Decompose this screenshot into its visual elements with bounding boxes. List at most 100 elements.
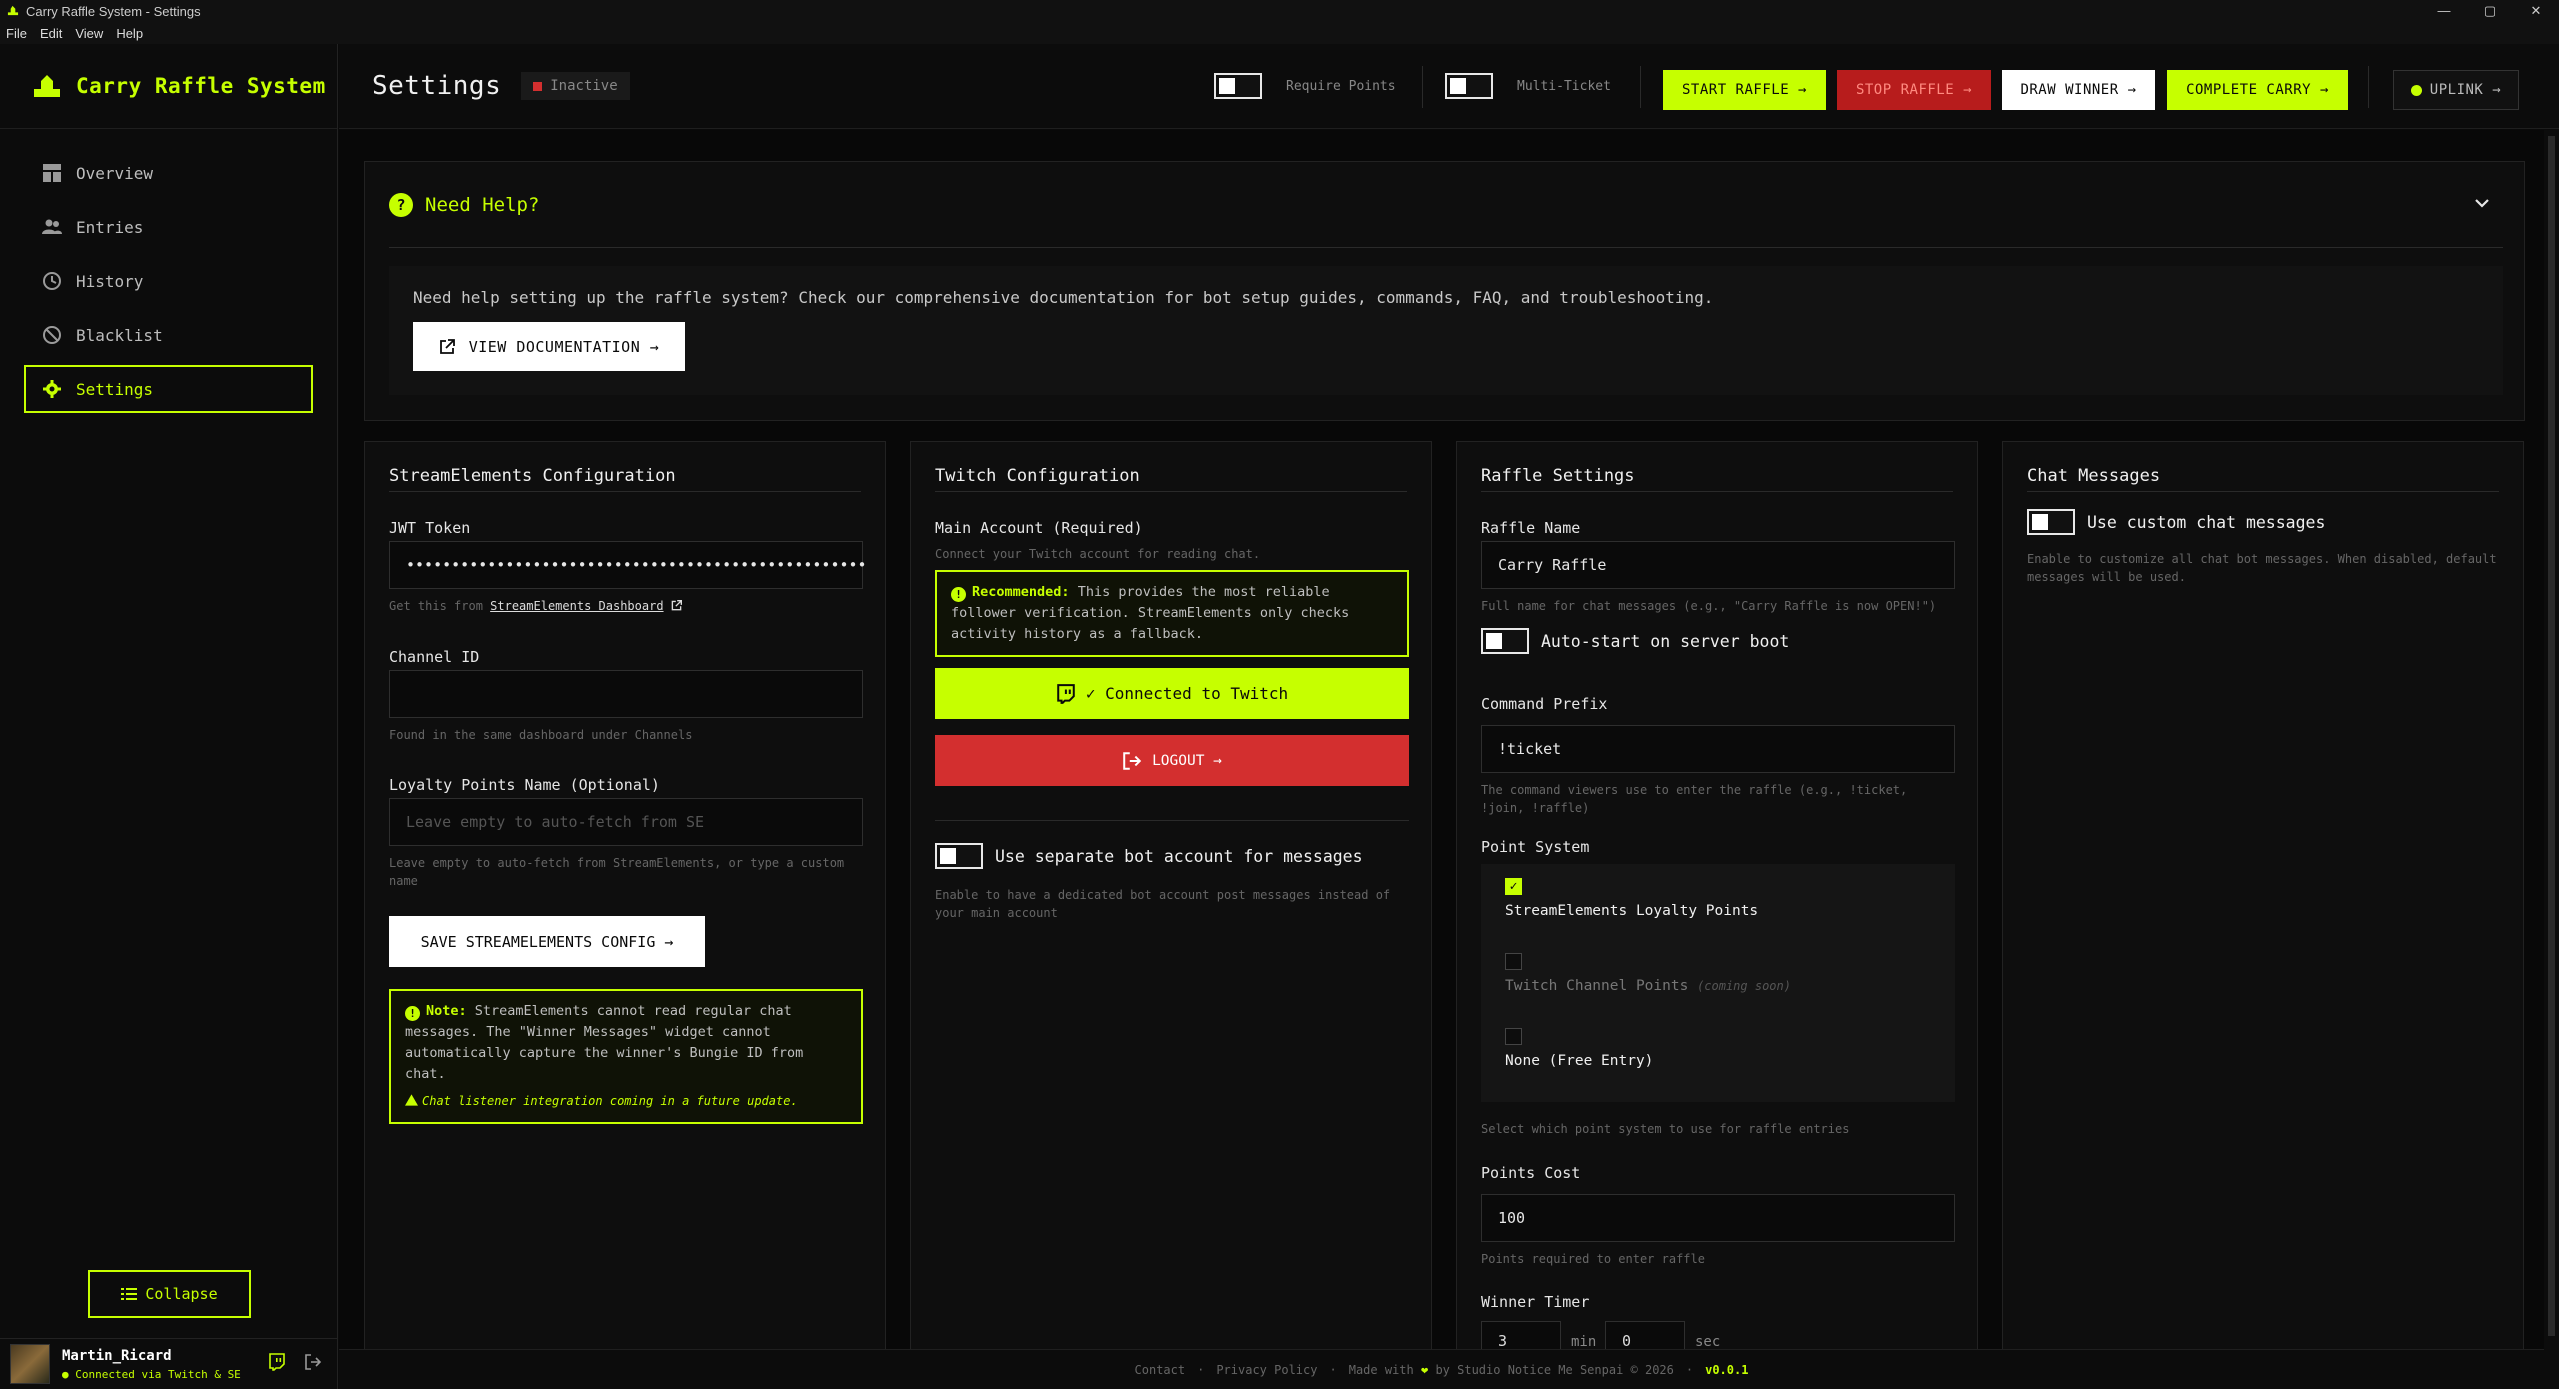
sidebar-item-settings[interactable]: Settings bbox=[24, 365, 313, 413]
option-label-text: Twitch Channel Points bbox=[1505, 978, 1689, 994]
bot-account-toggle-group: Use separate bot account for messages bbox=[935, 843, 1363, 869]
uplink-status-icon bbox=[2410, 84, 2422, 96]
view-documentation-button[interactable]: VIEW DOCUMENTATION → bbox=[413, 322, 685, 371]
checkbox-checked[interactable]: ✓ bbox=[1505, 878, 1522, 895]
footer-separator: · bbox=[1685, 1362, 1694, 1377]
connected-label: ✓ Connected to Twitch bbox=[1085, 684, 1289, 703]
scrollbar-thumb[interactable] bbox=[2548, 136, 2555, 1336]
start-raffle-button[interactable]: START RAFFLE → bbox=[1663, 70, 1826, 110]
menu-edit[interactable]: Edit bbox=[40, 26, 62, 41]
users-icon bbox=[42, 219, 62, 234]
minimize-button[interactable]: — bbox=[2421, 0, 2467, 22]
autostart-toggle-group: Auto-start on server boot bbox=[1481, 628, 1789, 654]
logout-icon[interactable] bbox=[304, 1353, 322, 1371]
user-status: ● Connected via Twitch & SE bbox=[62, 1367, 241, 1381]
privacy-policy-link[interactable]: Privacy Policy bbox=[1216, 1363, 1317, 1377]
jwt-label: JWT Token bbox=[389, 519, 471, 537]
info-icon: ! bbox=[951, 587, 966, 602]
chat-messages-card: Chat Messages Use custom chat messages E… bbox=[2002, 441, 2524, 1349]
jwt-hint-text: Get this from bbox=[389, 599, 483, 613]
points-cost-label: Points Cost bbox=[1481, 1164, 1581, 1182]
help-title: Need Help? bbox=[425, 193, 540, 216]
save-streamelements-config-button[interactable]: SAVE STREAMELEMENTS CONFIG → bbox=[389, 916, 705, 967]
close-button[interactable]: ✕ bbox=[2513, 0, 2559, 22]
note-label: Note: bbox=[426, 1003, 467, 1019]
option-label: StreamElements Loyalty Points bbox=[1505, 903, 1759, 919]
chevron-down-icon[interactable] bbox=[2473, 194, 2491, 212]
timer-minutes-input[interactable]: 3 bbox=[1481, 1321, 1561, 1349]
collapse-button[interactable]: Collapse bbox=[88, 1270, 251, 1318]
app-logo-icon bbox=[7, 5, 19, 16]
sidebar-item-history[interactable]: History bbox=[24, 257, 313, 305]
scrollbar[interactable] bbox=[2544, 130, 2559, 1389]
contact-link[interactable]: Contact bbox=[1135, 1363, 1186, 1377]
command-prefix-hint: The command viewers use to enter the raf… bbox=[1481, 783, 1908, 815]
sidebar-item-entries[interactable]: Entries bbox=[24, 203, 313, 251]
channel-id-label: Channel ID bbox=[389, 648, 480, 666]
twitch-card: Twitch Configuration Main Account (Requi… bbox=[910, 441, 1432, 1349]
command-prefix-input[interactable]: !ticket bbox=[1481, 725, 1955, 773]
bot-account-toggle[interactable] bbox=[935, 843, 983, 869]
draw-winner-button[interactable]: DRAW WINNER → bbox=[2002, 70, 2155, 110]
sidebar-item-blacklist[interactable]: Blacklist bbox=[24, 311, 313, 359]
card-title: Raffle Settings bbox=[1481, 466, 1953, 492]
logout-button[interactable]: LOGOUT → bbox=[935, 735, 1409, 786]
menu-help[interactable]: Help bbox=[116, 26, 143, 41]
require-points-label: Require Points bbox=[1286, 78, 1396, 94]
sidebar: Carry Raffle System Overview Entries His… bbox=[0, 44, 338, 1389]
custom-chat-toggle[interactable] bbox=[2027, 509, 2075, 535]
help-panel-header[interactable]: ? Need Help? bbox=[389, 162, 2503, 248]
header: Settings Inactive Require Points Multi-T… bbox=[339, 44, 2559, 129]
raffle-name-input[interactable]: Carry Raffle bbox=[1481, 541, 1955, 589]
menu-view[interactable]: View bbox=[75, 26, 103, 41]
twitch-icon[interactable] bbox=[268, 1353, 286, 1371]
avatar[interactable] bbox=[10, 1344, 50, 1384]
multi-ticket-toggle-group: Multi-Ticket bbox=[1445, 73, 1611, 99]
loyalty-name-input[interactable]: Leave empty to auto-fetch from SE bbox=[389, 798, 863, 846]
sidebar-item-label: History bbox=[76, 271, 144, 291]
loyalty-name-hint: Leave empty to auto-fetch from StreamEle… bbox=[389, 856, 845, 888]
option-twitch-channel-points: Twitch Channel Points (coming soon) bbox=[1505, 953, 1931, 1028]
streamelements-note: ! Note: StreamElements cannot read regula… bbox=[389, 989, 863, 1124]
grid-icon bbox=[43, 164, 61, 182]
raffle-name-hint: Full name for chat messages (e.g., "Carr… bbox=[1481, 599, 1937, 613]
require-points-toggle[interactable] bbox=[1214, 73, 1262, 99]
twitch-icon bbox=[1057, 683, 1075, 704]
connected-to-twitch-button[interactable]: ✓ Connected to Twitch bbox=[935, 668, 1409, 719]
option-streamelements[interactable]: ✓ StreamElements Loyalty Points bbox=[1505, 878, 1931, 953]
sidebar-item-label: Entries bbox=[76, 217, 144, 237]
menu-file[interactable]: File bbox=[6, 26, 27, 41]
uplink-button[interactable]: UPLINK → bbox=[2393, 70, 2519, 110]
maximize-button[interactable]: ▢ bbox=[2467, 0, 2513, 22]
jwt-token-input[interactable]: ••••••••••••••••••••••••••••••••••••••••… bbox=[389, 541, 867, 589]
external-link-icon bbox=[439, 338, 455, 354]
sidebar-item-label: Overview bbox=[76, 163, 154, 183]
require-points-toggle-group: Require Points bbox=[1214, 73, 1396, 99]
checkbox-unchecked[interactable] bbox=[1505, 1028, 1522, 1045]
app-logo-icon bbox=[34, 75, 60, 97]
sidebar-nav: Overview Entries History Blacklist Setti… bbox=[0, 129, 337, 439]
option-label: None (Free Entry) bbox=[1505, 1053, 1654, 1069]
window-title: Carry Raffle System - Settings bbox=[26, 3, 201, 19]
option-free-entry[interactable]: None (Free Entry) bbox=[1505, 1028, 1931, 1103]
timer-seconds-input[interactable]: 0 bbox=[1605, 1321, 1685, 1349]
main-account-hint: Connect your Twitch account for reading … bbox=[935, 547, 1261, 561]
warning-icon bbox=[405, 1094, 418, 1106]
stop-raffle-button[interactable]: STOP RAFFLE → bbox=[1837, 70, 1991, 110]
multi-ticket-toggle[interactable] bbox=[1445, 73, 1493, 99]
streamelements-dashboard-link[interactable]: StreamElements Dashboard bbox=[490, 599, 663, 613]
sidebar-item-overview[interactable]: Overview bbox=[24, 149, 313, 197]
complete-carry-button[interactable]: COMPLETE CARRY → bbox=[2167, 70, 2348, 110]
list-icon bbox=[121, 1288, 138, 1300]
main-account-label: Main Account (Required) bbox=[935, 519, 1143, 537]
uplink-label: UPLINK → bbox=[2429, 82, 2502, 98]
history-icon bbox=[43, 272, 61, 290]
streamelements-card: StreamElements Configuration JWT Token •… bbox=[364, 441, 886, 1349]
jwt-hint: Get this from StreamElements Dashboard bbox=[389, 597, 863, 615]
custom-chat-label: Use custom chat messages bbox=[2087, 512, 2326, 532]
autostart-toggle[interactable] bbox=[1481, 628, 1529, 654]
channel-id-input[interactable] bbox=[389, 670, 863, 718]
points-cost-input[interactable]: 100 bbox=[1481, 1194, 1955, 1242]
minutes-unit: min bbox=[1571, 1334, 1597, 1349]
point-system-label: Point System bbox=[1481, 838, 1590, 856]
